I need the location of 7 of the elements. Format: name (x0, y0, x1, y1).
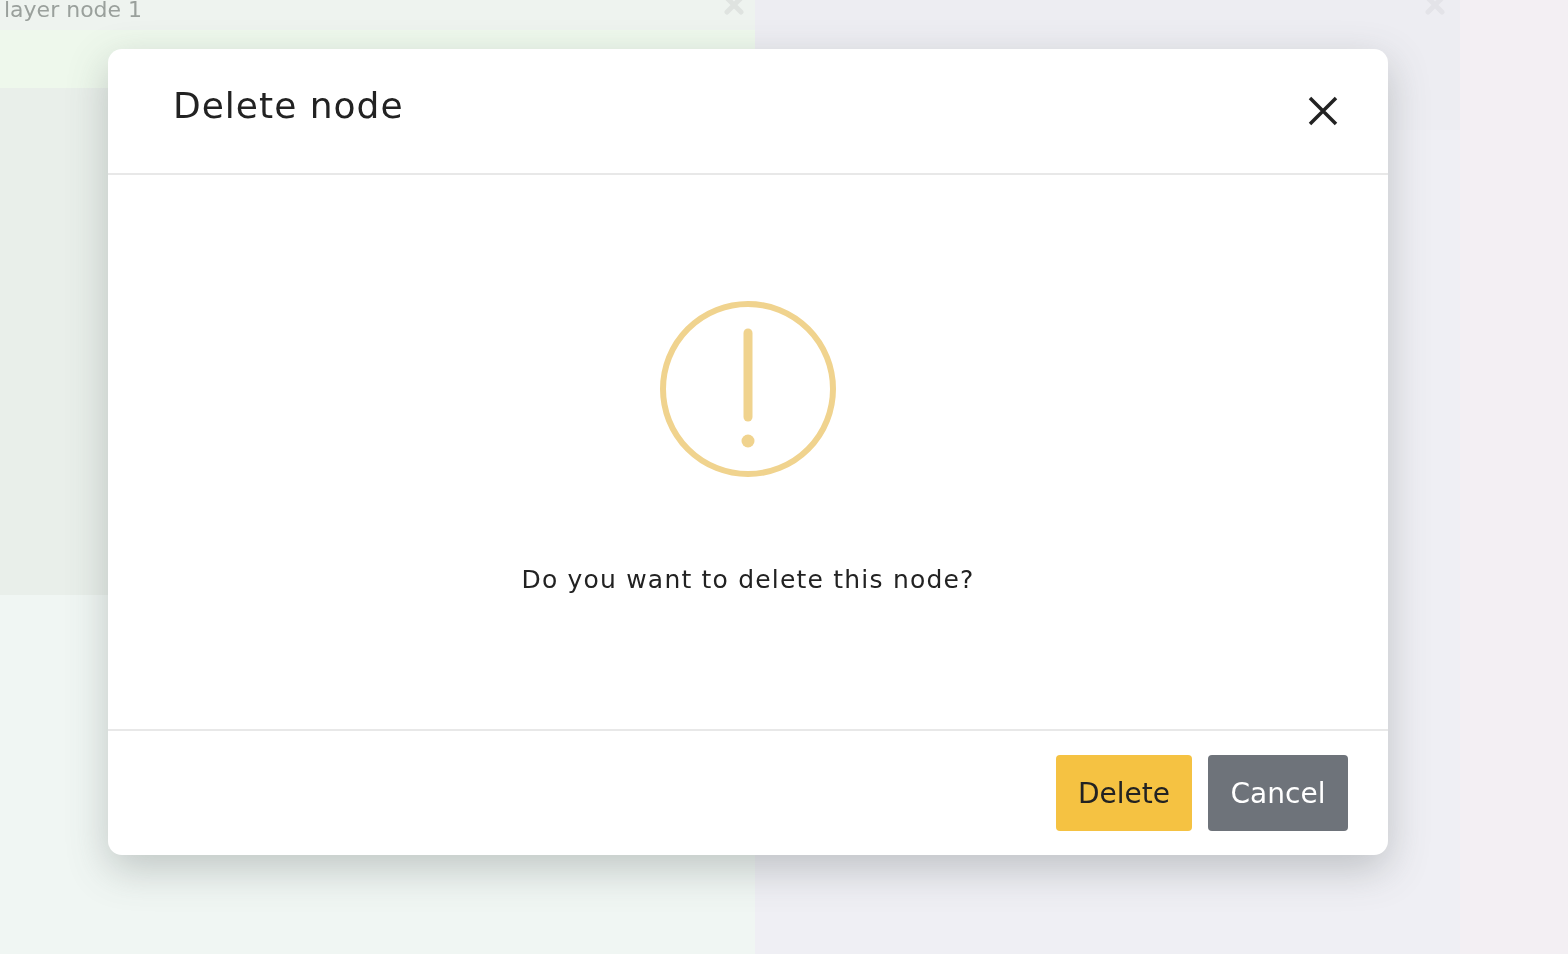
cancel-button[interactable]: Cancel (1208, 755, 1348, 831)
warning-icon (658, 299, 838, 479)
dialog-title: Delete node (173, 84, 404, 126)
delete-button[interactable]: Delete (1056, 755, 1192, 831)
close-button[interactable] (1306, 94, 1340, 128)
dialog-message: Do you want to delete this node? (521, 565, 975, 594)
panel-title: layer node 1 (4, 0, 143, 20)
